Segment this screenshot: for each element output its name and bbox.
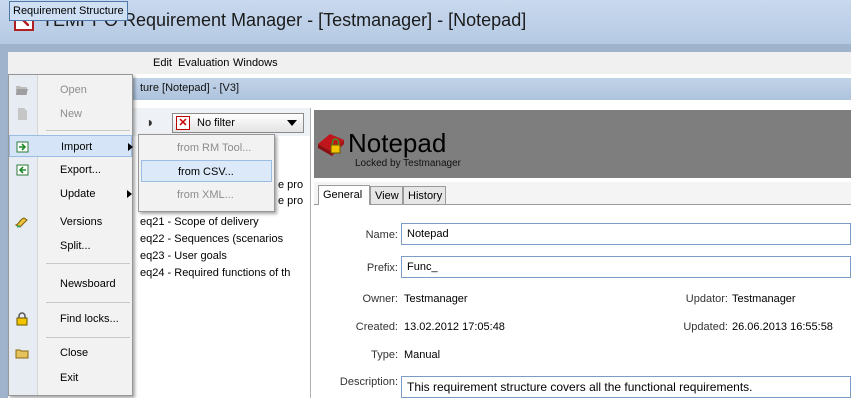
description-field[interactable]: This requirement structure covers all th… (401, 376, 851, 398)
menu-item-new[interactable]: New (9, 103, 132, 125)
menu-item-update[interactable]: Update (9, 183, 132, 205)
menu-item-close[interactable]: Close (9, 342, 132, 364)
chevron-down-icon (287, 120, 297, 126)
name-field[interactable]: Notepad (401, 223, 851, 245)
description-label: Description: (339, 376, 398, 388)
tab-general[interactable]: General (318, 185, 370, 205)
tree-item[interactable]: eq21 - Scope of delivery (140, 216, 259, 228)
versions-icon (15, 217, 28, 228)
updated-value: 26.06.2013 16:55:58 (732, 321, 833, 333)
detail-title: Notepad (348, 128, 447, 158)
updator-label: Updator: (685, 293, 728, 305)
import-icon (16, 141, 29, 153)
menu-windows[interactable]: Windows (230, 53, 281, 73)
menu-item-import[interactable]: Import (9, 135, 133, 157)
type-label: Type: (371, 349, 398, 361)
folder-close-icon (15, 349, 29, 359)
tree-item[interactable]: eq24 - Required functions of th (140, 267, 290, 279)
export-icon (16, 164, 29, 176)
new-document-icon (18, 108, 27, 120)
requirement-structure-icon (318, 134, 344, 156)
owner-value: Testmanager (404, 293, 468, 305)
menu-item-export[interactable]: Export... (9, 159, 132, 181)
updator-value: Testmanager (732, 293, 796, 305)
folder-open-icon (16, 86, 28, 95)
menu-requirement-structure[interactable]: Requirement Structure (9, 1, 128, 21)
submenu-arrow-icon (128, 143, 133, 151)
updated-label: Updated: (683, 321, 728, 333)
menu-separator (46, 263, 130, 264)
lock-icon (16, 312, 28, 326)
menu-item-find-locks[interactable]: Find locks... (9, 308, 132, 330)
owner-label: Owner: (362, 293, 398, 305)
filter-selected: No filter (197, 117, 235, 129)
menu-separator (46, 302, 130, 303)
menu-item-newsboard[interactable]: Newsboard (9, 273, 132, 295)
menu-item-open[interactable]: Open (9, 79, 132, 101)
menu-item-split[interactable]: Split... (9, 235, 132, 257)
tab-history[interactable]: History (403, 186, 446, 204)
tree-item[interactable]: eq22 - Sequences (scenarios (140, 233, 283, 245)
type-value: Manual (404, 349, 441, 361)
lock-status: Locked by Testmanager (355, 158, 461, 169)
filter-toggle-icon[interactable]: ◗ (146, 114, 154, 130)
menu-separator (46, 337, 130, 338)
submenu-from-rm-tool[interactable]: from RM Tool... (141, 137, 272, 159)
menu-item-versions[interactable]: Versions (9, 211, 132, 233)
mdi-title-bar (8, 78, 851, 100)
created-label: Created: (355, 321, 398, 333)
filter-dropdown[interactable]: ✕ No filter (172, 113, 304, 133)
submenu-from-xml[interactable]: from XML... (141, 184, 272, 206)
tree-item[interactable]: e pro (278, 179, 303, 191)
menu-bar (8, 52, 851, 75)
prefix-label: Prefix: (366, 262, 398, 274)
tree-item[interactable]: e pro (278, 195, 303, 207)
prefix-field[interactable]: Func_ (401, 256, 851, 278)
menu-item-exit[interactable]: Exit (9, 367, 132, 389)
menu-separator (46, 130, 130, 131)
created-value: 13.02.2012 17:05:48 (404, 321, 505, 333)
menu-edit[interactable]: Edit (150, 53, 175, 73)
tree-item[interactable]: eq23 - User goals (140, 250, 227, 262)
tab-view[interactable]: View (370, 186, 403, 204)
name-label: Name: (365, 229, 398, 241)
no-filter-icon: ✕ (176, 116, 190, 130)
menu-evaluation[interactable]: Evaluation (175, 53, 232, 73)
submenu-from-csv[interactable]: from CSV... (141, 160, 272, 182)
submenu-arrow-icon (127, 190, 132, 198)
mdi-title: ture [Notepad] - [V3] (140, 82, 240, 94)
